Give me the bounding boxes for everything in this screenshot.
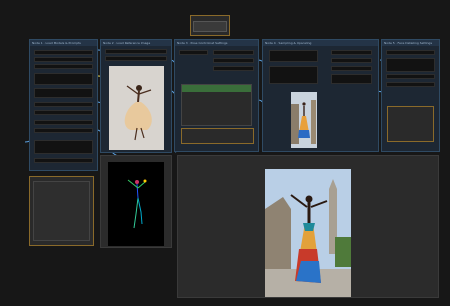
node-pose-preview[interactable]: [100, 155, 172, 248]
lora-select[interactable]: [34, 64, 93, 69]
node-load-reference[interactable]: Node 2 · Load Reference Image: [100, 39, 172, 153]
cn-start[interactable]: [213, 58, 254, 63]
cn-output-box[interactable]: [181, 128, 254, 144]
denoise[interactable]: [331, 66, 372, 71]
node-title: Node 2 · Load Reference Image: [101, 40, 171, 46]
sampler-steps[interactable]: [269, 50, 318, 62]
node-face-detailing[interactable]: Node 5 · Face Detailing Settings: [381, 39, 440, 152]
dancer-figure: [124, 85, 152, 141]
top-node-body: [193, 21, 227, 32]
node-title: Node 3 · Pose Controlnet Settings: [175, 40, 258, 46]
setting-e[interactable]: [34, 140, 93, 154]
cn-end[interactable]: [213, 66, 254, 71]
final-output-figure: [265, 179, 351, 297]
node-pose-controlnet[interactable]: Node 3 · Pose Controlnet Settings: [174, 39, 259, 152]
upload-button[interactable]: [105, 56, 167, 61]
final-output-image: [265, 169, 351, 297]
setting-d[interactable]: [34, 128, 93, 133]
preview-box-left[interactable]: [29, 176, 94, 246]
node-title: Node 5 · Face Detailing Settings: [382, 40, 439, 46]
setting-a[interactable]: [34, 102, 93, 107]
node-title: Node 1 · Load Models & Prompts: [30, 40, 97, 46]
face-model[interactable]: [386, 50, 435, 55]
cn-model-select[interactable]: [179, 50, 208, 55]
model-select[interactable]: [34, 50, 93, 55]
face-feather[interactable]: [386, 82, 435, 87]
face-denoise[interactable]: [386, 74, 435, 79]
face-output-box[interactable]: [387, 106, 434, 142]
cn-apply-header: [182, 85, 251, 92]
scheduler-b[interactable]: [331, 58, 372, 63]
setting-f[interactable]: [34, 158, 93, 163]
top-group-node[interactable]: [190, 15, 230, 36]
setting-c[interactable]: [34, 120, 93, 125]
image-select[interactable]: [105, 49, 167, 54]
sampled-preview-figure: [291, 100, 316, 144]
node-sampling[interactable]: Node 4 · Sampling & Upscaling: [262, 39, 379, 152]
sampled-preview-image: [291, 92, 317, 148]
preview-area: [33, 181, 90, 241]
sampler-cfg[interactable]: [269, 66, 318, 84]
pose-skeleton: [127, 179, 147, 229]
upscale-model[interactable]: [331, 74, 372, 84]
vae-select[interactable]: [34, 57, 93, 62]
node-load-models[interactable]: Node 1 · Load Models & Prompts: [29, 39, 98, 171]
prompt-box[interactable]: [34, 73, 93, 85]
face-guide[interactable]: [386, 58, 435, 72]
node-title: Node 4 · Sampling & Upscaling: [263, 40, 378, 46]
cn-strength[interactable]: [213, 50, 254, 55]
pose-skeleton-image: [108, 162, 164, 246]
node-final-output[interactable]: [177, 155, 439, 298]
cn-apply-group: [181, 84, 252, 126]
neg-prompt-box[interactable]: [34, 88, 93, 98]
reference-image: [109, 66, 164, 150]
scheduler-a[interactable]: [331, 50, 372, 55]
setting-b[interactable]: [34, 110, 93, 115]
